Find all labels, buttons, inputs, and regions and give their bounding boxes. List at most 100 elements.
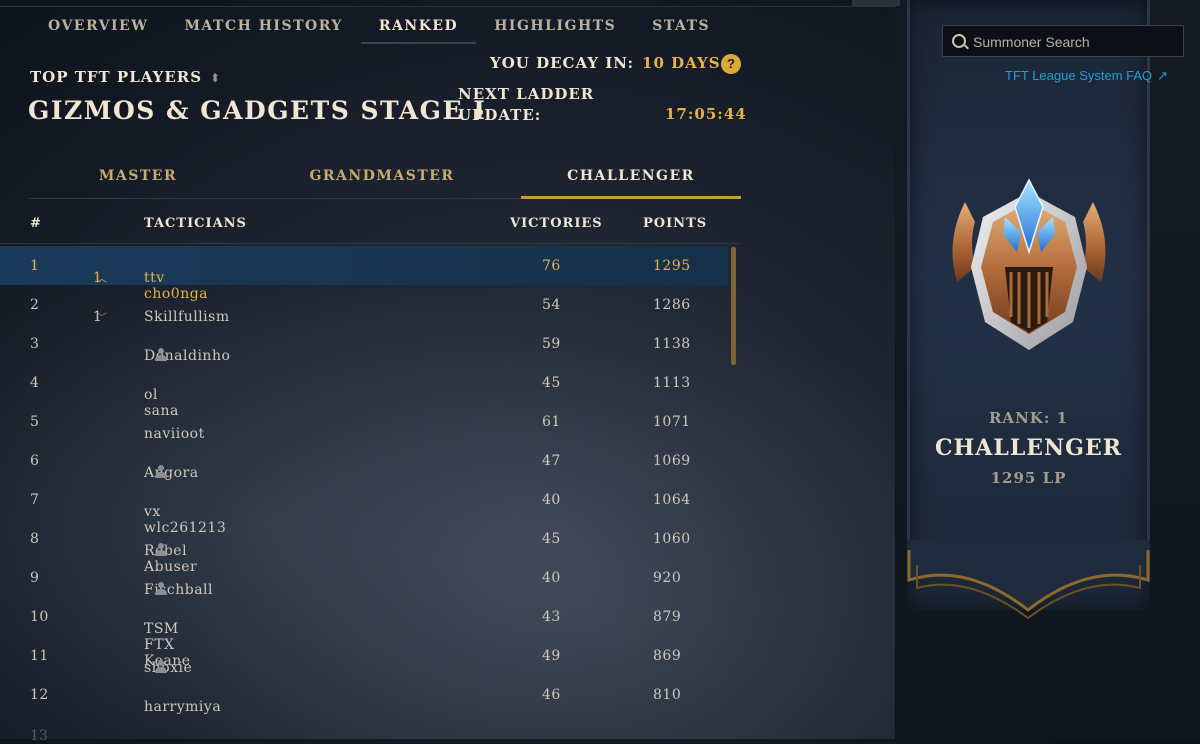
tab-overview[interactable]: OVERVIEW xyxy=(30,0,166,42)
player-name-text: harrymiya xyxy=(144,699,222,715)
arrow-down-icon: ﹀ xyxy=(97,313,108,324)
col-rank-header: # xyxy=(30,216,42,231)
row-victories: 45 xyxy=(542,531,561,547)
row-victories: 40 xyxy=(542,570,561,586)
rank-tier-name: CHALLENGER xyxy=(934,435,1123,461)
help-icon[interactable]: ? xyxy=(721,54,741,74)
table-scrollbar[interactable] xyxy=(731,247,736,365)
faq-link-label: TFT League System FAQ xyxy=(1005,68,1153,83)
player-name-text: Skillfullism xyxy=(144,309,230,325)
banner-tail xyxy=(907,540,1150,620)
row-points: 1064 xyxy=(653,492,691,508)
tier-tabs: MASTER GRANDMASTER CHALLENGER xyxy=(29,160,741,199)
row-points: 1138 xyxy=(653,336,691,352)
external-link-icon: ↗ xyxy=(1157,68,1169,83)
row-rank: 11 xyxy=(30,648,49,664)
search-icon xyxy=(952,34,966,48)
row-victories: 47 xyxy=(542,453,561,469)
rank-position: RANK: 1 xyxy=(988,409,1069,427)
friend-icon xyxy=(154,582,168,596)
row-victories: 45 xyxy=(542,375,561,391)
row-rank: 5 xyxy=(30,414,40,430)
table-row[interactable]: 9 Fischball 40 920 xyxy=(0,558,728,598)
row-points: 879 xyxy=(653,609,682,625)
row-rank: 4 xyxy=(30,375,40,391)
row-rank: 9 xyxy=(30,570,40,586)
friend-icon xyxy=(154,465,168,479)
row-points: 1295 xyxy=(653,258,691,274)
row-rank: 3 xyxy=(30,336,40,352)
row-rank: 7 xyxy=(30,492,40,508)
table-row[interactable]: 3 Donaldinho 59 1138 xyxy=(0,324,728,364)
row-rank: 2 xyxy=(30,297,40,313)
table-row-partial: 13 xyxy=(30,728,48,744)
friend-icon xyxy=(154,543,168,557)
leaderboard-selector-label: TOP TFT PLAYERS xyxy=(30,68,203,86)
row-points: 869 xyxy=(653,648,682,664)
row-victories: 61 xyxy=(542,414,561,430)
up-down-chevron-icon: ⬍ xyxy=(210,71,222,85)
ladder-label-line2: UPDATE: xyxy=(458,106,542,124)
ladder-label-line1: NEXT LADDER xyxy=(458,85,595,103)
tab-stats[interactable]: STATS xyxy=(634,0,728,42)
row-rank: 10 xyxy=(30,609,49,625)
rank-lp: 1295 LP xyxy=(990,469,1067,487)
row-victories: 54 xyxy=(542,297,561,313)
faq-link[interactable]: TFT League System FAQ ↗ xyxy=(1005,68,1168,84)
table-row[interactable]: 4 ol sana 45 1113 xyxy=(0,363,728,419)
row-points: 810 xyxy=(653,687,682,703)
row-points: 1071 xyxy=(653,414,691,430)
col-points-header[interactable]: POINTS xyxy=(643,216,707,231)
row-points: 1060 xyxy=(653,531,691,547)
col-victories-header[interactable]: VICTORIES xyxy=(510,216,603,231)
tier-tab-grandmaster[interactable]: GRANDMASTER xyxy=(273,168,491,184)
ladder-update-time: 17:05:44 xyxy=(665,105,747,123)
table-row[interactable]: 10 TSM FTX Keane 43 879 xyxy=(0,597,728,669)
header-divider xyxy=(0,243,740,244)
row-rank: 1 xyxy=(30,258,40,274)
row-victories: 40 xyxy=(542,492,561,508)
player-name-text: naviioot xyxy=(144,426,205,442)
friend-icon xyxy=(154,348,168,362)
decay-label: YOU DECAY IN: xyxy=(490,54,635,72)
row-victories: 49 xyxy=(542,648,561,664)
row-points: 1113 xyxy=(653,375,691,391)
challenger-emblem-icon xyxy=(952,178,1106,350)
row-victories: 59 xyxy=(542,336,561,352)
arrow-up-icon: ︿ xyxy=(97,274,108,285)
row-rank: 8 xyxy=(30,531,40,547)
table-row[interactable]: 11 shoxie 49 869 xyxy=(0,636,728,676)
row-points: 1286 xyxy=(653,297,691,313)
table-row[interactable]: 5 naviioot 61 1071 xyxy=(0,402,728,442)
tab-ranked[interactable]: RANKED xyxy=(360,0,477,44)
row-victories: 46 xyxy=(542,687,561,703)
tier-tab-challenger[interactable]: CHALLENGER xyxy=(521,168,741,184)
decay-value: 10 DAYS xyxy=(642,54,721,72)
top-strip xyxy=(852,0,900,6)
col-name-header: TACTICIANS xyxy=(144,216,247,231)
set-title: GIZMOS & GADGETS STAGE I xyxy=(28,96,487,125)
row-points: 1069 xyxy=(653,453,691,469)
table-row[interactable]: 7 vx wlc261213 40 1064 xyxy=(0,480,728,536)
tab-match-history[interactable]: MATCH HISTORY xyxy=(166,0,360,42)
row-rank: 6 xyxy=(30,453,40,469)
summoner-search-input[interactable]: Summoner Search xyxy=(942,25,1184,57)
top-nav: OVERVIEW MATCH HISTORY RANKED HIGHLIGHTS… xyxy=(30,0,728,44)
tier-tab-master[interactable]: MASTER xyxy=(29,168,247,184)
table-row[interactable]: 12 harrymiya 46 810 xyxy=(0,675,728,715)
decay-info: YOU DECAY IN: 10 DAYS xyxy=(490,54,721,72)
player-name-text: shoxie xyxy=(144,660,193,676)
row-points: 920 xyxy=(653,570,682,586)
table-row[interactable]: 8 Rebel Abuser 45 1060 xyxy=(0,519,728,575)
leaderboard-selector[interactable]: TOP TFT PLAYERS ⬍ xyxy=(30,68,221,86)
active-tier-indicator xyxy=(521,196,741,199)
row-rank: 12 xyxy=(30,687,49,703)
table-row[interactable]: 6 Angora 47 1069 xyxy=(0,441,728,481)
ladder-update-label: NEXT LADDER UPDATE: xyxy=(458,84,594,126)
row-victories: 76 xyxy=(542,258,561,274)
tab-highlights[interactable]: HIGHLIGHTS xyxy=(476,0,634,42)
table-row[interactable]: 1 1 ︿ ttv cho0nga 76 1295 xyxy=(0,246,728,302)
table-header: # TACTICIANS VICTORIES POINTS xyxy=(0,216,740,236)
row-victories: 43 xyxy=(542,609,561,625)
table-row[interactable]: 2 1 ﹀ Skillfullism 54 1286 xyxy=(0,285,728,325)
